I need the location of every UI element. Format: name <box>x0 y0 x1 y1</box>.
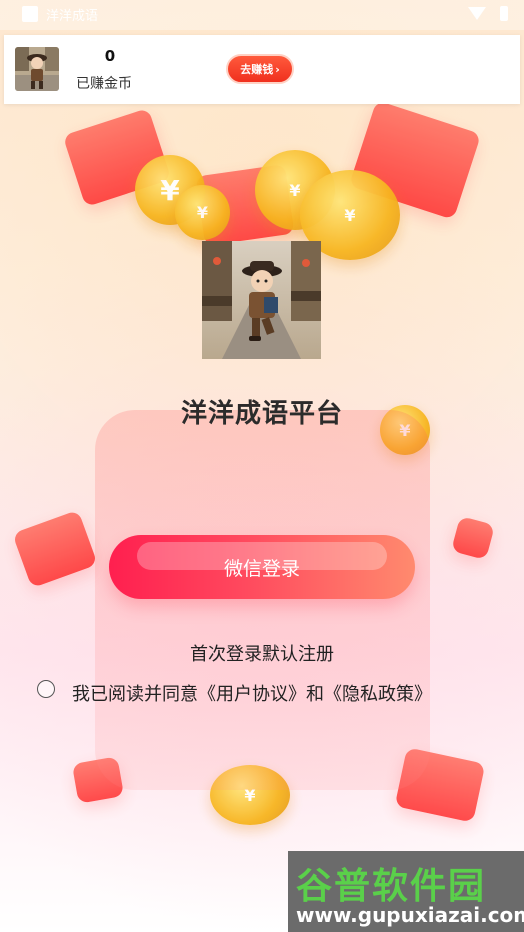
app-icon <box>22 6 38 22</box>
wifi-icon <box>468 7 486 20</box>
battery-icon <box>500 6 508 21</box>
watermark: 谷普软件园 www.gupuxiazai.com <box>288 851 524 932</box>
earnings-card: 0 已赚金币 去赚钱 › <box>4 35 520 104</box>
watermark-brand: 谷普软件园 <box>296 866 487 907</box>
coin-decoration <box>175 185 230 240</box>
agreement-checkbox[interactable] <box>37 680 55 698</box>
chevron-right-icon: › <box>275 62 280 76</box>
earn-money-label: 去赚钱 <box>240 63 274 76</box>
register-hint: 首次登录默认注册 <box>190 644 334 665</box>
red-bag-decoration <box>95 410 430 790</box>
app-logo <box>202 241 321 359</box>
background-illustration <box>0 0 524 932</box>
privacy-policy-link[interactable]: 《隐私政策》 <box>324 684 432 705</box>
page-title: 洋洋成语平台 <box>180 399 343 429</box>
red-envelope-decoration <box>450 515 496 561</box>
wechat-login-button[interactable]: 微信登录 <box>109 535 415 599</box>
red-envelope-decoration <box>12 509 98 589</box>
coin-count: 0 <box>104 47 116 65</box>
agreement-row: 我已阅读并同意《用户协议》和《隐私政策》 <box>36 680 496 708</box>
user-agreement-link[interactable]: 《用户协议》 <box>198 684 306 705</box>
earn-money-button[interactable]: 去赚钱 › <box>226 54 294 84</box>
agreement-prefix: 我已阅读并同意 <box>72 684 198 705</box>
agreement-text: 我已阅读并同意《用户协议》和《隐私政策》 <box>72 680 432 706</box>
avatar <box>15 47 59 91</box>
agreement-connector: 和 <box>306 684 324 705</box>
coin-label: 已赚金币 <box>76 76 132 92</box>
status-bar: 洋洋成语 <box>0 0 524 30</box>
status-bar-title: 洋洋成语 <box>46 9 99 24</box>
watermark-url: www.gupuxiazai.com <box>296 903 524 927</box>
wechat-login-label: 微信登录 <box>223 557 300 580</box>
